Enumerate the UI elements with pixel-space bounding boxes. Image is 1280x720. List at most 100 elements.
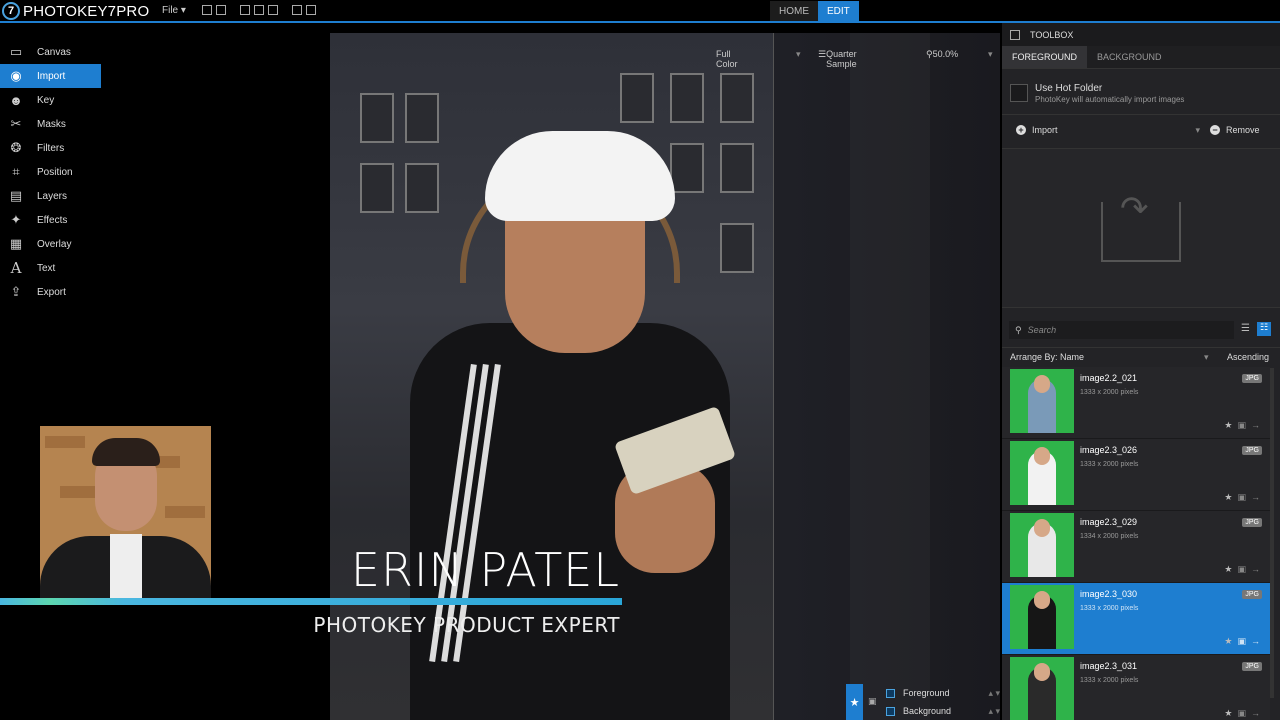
star-icon[interactable]: ★ [1224, 708, 1232, 719]
arrow-right-icon[interactable]: → [1251, 636, 1260, 647]
left-menu-item-import[interactable]: ◉ Import [0, 64, 101, 88]
hot-folder-checkbox[interactable] [1010, 84, 1028, 102]
minus-icon: − [1210, 125, 1220, 135]
hot-folder-label: Use Hot Folder [1035, 83, 1103, 94]
toolbar-gap [282, 5, 288, 15]
arrow-right-icon[interactable]: → [1251, 420, 1260, 431]
file-list-item[interactable]: image2.2_021 1333 x 2000 pixels JPG ★ ▣ → [1002, 367, 1270, 439]
background-layer-toggle[interactable]: Background ▴ ▾ [886, 703, 1000, 719]
file-list-item[interactable]: image2.3_026 1333 x 2000 pixels JPG ★ ▣ → [1002, 439, 1270, 511]
left-menu-item-key[interactable]: ☻ Key [0, 88, 101, 112]
left-menu-item-text[interactable]: A Text [0, 256, 101, 280]
overlay-title-text[interactable]: PHOTOKEY PRODUCT EXPERT [280, 613, 620, 637]
plus-icon: + [1016, 125, 1026, 135]
left-menu-item-export[interactable]: ⇪ Export [0, 280, 101, 304]
settings-icon[interactable] [306, 5, 316, 15]
zoom-select[interactable]: ⚲ 50.0% [926, 49, 958, 60]
file-name: image2.3_029 [1080, 517, 1138, 527]
thumbnail-head [1034, 519, 1050, 537]
file-actions: ★ ▣ → [1224, 564, 1260, 575]
inset-portrait[interactable] [40, 426, 211, 598]
file-list-item[interactable]: image2.3_030 1333 x 2000 pixels JPG ★ ▣ → [1002, 583, 1270, 655]
left-menu-label: Overlay [37, 238, 72, 250]
file-list-item[interactable]: image2.3_031 1333 x 2000 pixels JPG ★ ▣ → [1002, 655, 1270, 720]
image-icon[interactable]: ▣ [1237, 492, 1246, 503]
tab-foreground[interactable]: FOREGROUND [1002, 46, 1087, 68]
popout-icon[interactable] [1010, 29, 1020, 40]
main-tabs: HOME EDIT [770, 1, 859, 22]
sample-mode-select[interactable]: ☰ Quarter Sample [818, 49, 857, 69]
image-icon[interactable]: ▣ [1237, 708, 1246, 719]
print-icon[interactable] [216, 5, 226, 15]
file-thumbnail [1010, 441, 1074, 505]
star-icon[interactable]: ★ [1224, 564, 1232, 575]
window [720, 223, 754, 273]
image-icon[interactable]: ▣ [1237, 636, 1246, 647]
open-icon[interactable] [202, 5, 212, 15]
upload-icon[interactable] [268, 5, 278, 15]
import-button[interactable]: + Import ▾ [1016, 122, 1200, 138]
favorite-button[interactable]: ★ [846, 684, 863, 720]
chevron-down-icon[interactable]: ▾ [796, 49, 801, 60]
sort-order-toggle[interactable]: Ascending [1227, 352, 1269, 362]
batch-icon[interactable] [292, 5, 302, 15]
background-checkbox[interactable] [886, 706, 895, 716]
import-dropzone[interactable]: ↷ [1002, 148, 1280, 308]
arrange-by-select[interactable]: Arrange By: Name [1010, 352, 1084, 362]
mail-icon[interactable] [254, 5, 264, 15]
star-icon[interactable]: ★ [1224, 420, 1232, 431]
remove-button[interactable]: − Remove [1210, 122, 1276, 138]
search-input[interactable]: ⚲ Search [1009, 321, 1234, 339]
foreground-layer-toggle[interactable]: Foreground ▴ ▾ [886, 685, 1000, 701]
file-name: image2.2_021 [1080, 373, 1138, 383]
left-menu-item-filters[interactable]: ❂ Filters [0, 136, 101, 160]
star-icon[interactable]: ★ [1224, 636, 1232, 647]
chevron-down-icon[interactable]: ▾ [988, 49, 993, 60]
thumbnail-head [1034, 591, 1050, 609]
list-view-icon[interactable]: ☰ [1241, 323, 1253, 336]
arrow-right-icon[interactable]: → [1251, 564, 1260, 575]
left-menu: ▭ Canvas ◉ Import ☻ Key ✂ Masks ❂ Filters ⌗ Positio… [0, 40, 101, 304]
left-menu-item-layers[interactable]: ▤ Layers [0, 184, 101, 208]
detail-view-icon[interactable]: ☷ [1257, 322, 1271, 336]
layer-controls: ★ ▣ Foreground ▴ ▾ Background ▴ ▾ [846, 684, 1000, 720]
scissors-icon: ✂ [10, 116, 22, 131]
tab-background[interactable]: BACKGROUND [1087, 46, 1172, 68]
chevron-down-icon[interactable]: ▾ [1204, 352, 1209, 363]
overlay-name-text[interactable]: ERIN PATEL [300, 543, 620, 597]
left-menu-item-overlay[interactable]: ▦ Overlay [0, 232, 101, 256]
tab-home[interactable]: HOME [770, 1, 818, 22]
filters-icon: ❂ [10, 140, 22, 155]
image-icon[interactable]: ▣ [1237, 420, 1246, 431]
image-icon[interactable]: ▣ [1237, 564, 1246, 575]
canvas-area[interactable]: Full Color ▾ ☰ Quarter Sample ⚲ 50.0% ▾ … [0, 23, 1000, 720]
export-icon: ⇪ [10, 284, 22, 299]
arrow-right-icon[interactable]: → [1251, 708, 1260, 719]
left-menu-item-position[interactable]: ⌗ Position [0, 160, 101, 184]
file-list-scrollbar[interactable] [1270, 368, 1274, 698]
star-icon[interactable]: ★ [1224, 492, 1232, 503]
left-menu-item-masks[interactable]: ✂ Masks [0, 112, 101, 136]
arrow-right-icon[interactable]: → [1251, 492, 1260, 503]
file-type-badge: JPG [1242, 446, 1262, 455]
left-menu-label: Canvas [37, 46, 71, 58]
tab-edit[interactable]: EDIT [818, 1, 859, 22]
foreground-checkbox[interactable] [886, 688, 895, 698]
left-menu-item-effects[interactable]: ✦ Effects [0, 208, 101, 232]
chevron-icon[interactable]: ▴ ▾ [988, 688, 1000, 699]
file-actions: ★ ▣ → [1224, 492, 1260, 503]
crop-icon: ⌗ [12, 164, 20, 179]
file-list-item[interactable]: image2.3_029 1334 x 2000 pixels JPG ★ ▣ → [1002, 511, 1270, 583]
file-type-badge: JPG [1242, 518, 1262, 527]
left-menu-label: Export [37, 286, 66, 298]
image-icon[interactable]: ▣ [868, 696, 877, 707]
chevron-down-icon[interactable]: ▾ [1195, 125, 1200, 136]
left-menu-label: Filters [37, 142, 65, 154]
top-bar: 7 PHOTOKEY7PRO File ▾ HOME EDIT [0, 0, 1280, 23]
left-menu-item-canvas[interactable]: ▭ Canvas [0, 40, 101, 64]
save-icon[interactable] [240, 5, 250, 15]
file-menu[interactable]: File ▾ [162, 5, 186, 16]
chevron-icon[interactable]: ▴ ▾ [988, 706, 1000, 717]
window [720, 143, 754, 193]
star-icon: ★ [849, 696, 860, 709]
